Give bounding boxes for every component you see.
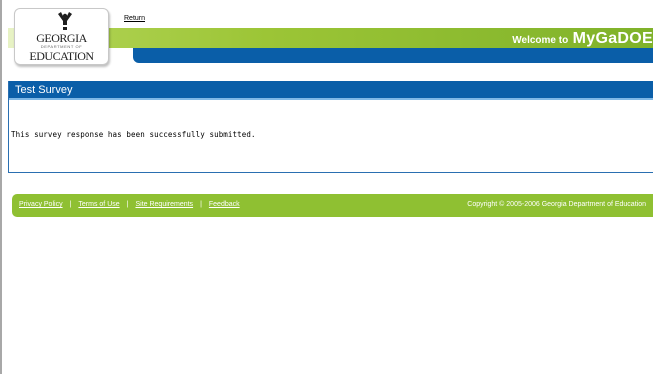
georgia-doe-logo[interactable]: GEORGIA DEPARTMENT OF EDUCATION — [14, 8, 109, 65]
site-header: GEORGIA DEPARTMENT OF EDUCATION Return W… — [0, 0, 653, 68]
survey-panel: Test Survey This survey response has bee… — [8, 81, 653, 173]
submission-message: This survey response has been successful… — [11, 130, 256, 139]
site-footer: Privacy Policy | Terms of Use | Site Require… — [12, 194, 653, 217]
welcome-banner: Welcome to MyGaDOE — [512, 28, 653, 48]
terms-of-use-link[interactable]: Terms of Use — [78, 201, 119, 208]
welcome-prefix: Welcome to — [512, 35, 569, 46]
header-blue-band — [133, 48, 653, 63]
welcome-brand: MyGaDOE — [572, 30, 653, 47]
footer-links: Privacy Policy | Terms of Use | Site Require… — [19, 201, 240, 208]
return-link[interactable]: Return — [124, 15, 145, 22]
footer-separator: | — [200, 201, 202, 208]
site-requirements-link[interactable]: Site Requirements — [135, 201, 193, 208]
panel-title: Test Survey — [9, 81, 653, 100]
logo-education-text: EDUCATION — [29, 49, 94, 63]
footer-separator: | — [126, 201, 129, 208]
graduate-figure-icon — [58, 12, 72, 30]
feedback-link[interactable]: Feedback — [209, 201, 240, 208]
privacy-policy-link[interactable]: Privacy Policy — [19, 201, 63, 208]
footer-separator: | — [69, 201, 72, 208]
copyright-text: Copyright © 2005-2006 Georgia Department… — [467, 201, 646, 208]
